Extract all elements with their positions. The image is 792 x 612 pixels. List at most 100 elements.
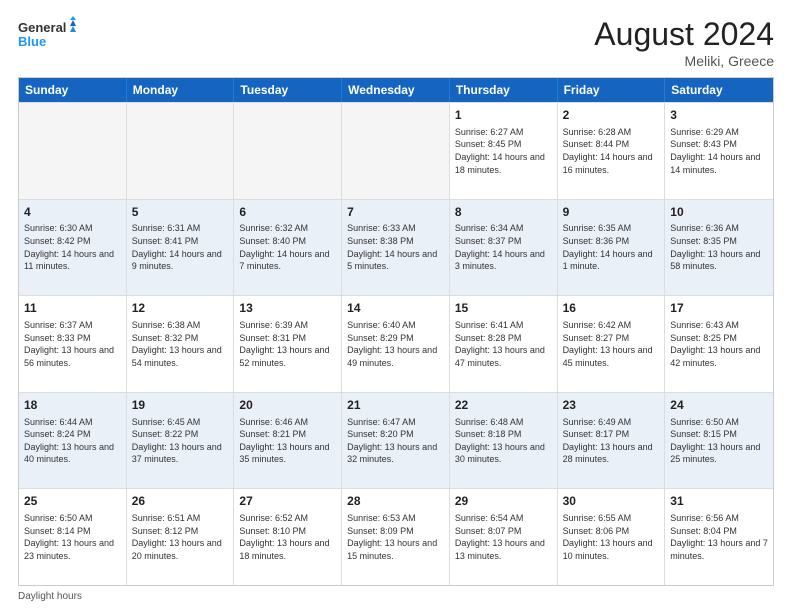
cell-sunrise: Sunrise: 6:34 AM <box>455 223 524 233</box>
cell-sunset: Sunset: 8:21 PM <box>239 429 306 439</box>
cell-sunset: Sunset: 8:09 PM <box>347 526 414 536</box>
calendar-cell: 18 Sunrise: 6:44 AM Sunset: 8:24 PM Dayl… <box>19 393 127 489</box>
cell-day-number: 26 <box>132 493 229 510</box>
cell-daylight: Daylight: 14 hours and 3 minutes. <box>455 249 545 272</box>
cell-sunrise: Sunrise: 6:45 AM <box>132 417 201 427</box>
cell-sunset: Sunset: 8:22 PM <box>132 429 199 439</box>
cell-daylight: Daylight: 13 hours and 52 minutes. <box>239 345 329 368</box>
cell-daylight: Daylight: 13 hours and 35 minutes. <box>239 442 329 465</box>
cell-sunrise: Sunrise: 6:36 AM <box>670 223 739 233</box>
logo-svg: General Blue <box>18 16 78 54</box>
cell-day-number: 1 <box>455 107 552 124</box>
calendar-cell: 6 Sunrise: 6:32 AM Sunset: 8:40 PM Dayli… <box>234 200 342 296</box>
calendar-cell-empty <box>342 103 450 199</box>
cell-sunset: Sunset: 8:17 PM <box>563 429 630 439</box>
calendar-week: 25 Sunrise: 6:50 AM Sunset: 8:14 PM Dayl… <box>19 488 773 585</box>
cell-sunset: Sunset: 8:40 PM <box>239 236 306 246</box>
calendar-cell: 24 Sunrise: 6:50 AM Sunset: 8:15 PM Dayl… <box>665 393 773 489</box>
calendar: SundayMondayTuesdayWednesdayThursdayFrid… <box>18 77 774 586</box>
day-header: Saturday <box>665 78 773 102</box>
cell-daylight: Daylight: 14 hours and 5 minutes. <box>347 249 437 272</box>
logo: General Blue <box>18 16 78 54</box>
cell-daylight: Daylight: 13 hours and 15 minutes. <box>347 538 437 561</box>
cell-day-number: 17 <box>670 300 768 317</box>
cell-day-number: 14 <box>347 300 444 317</box>
cell-day-number: 6 <box>239 204 336 221</box>
calendar-cell-empty <box>234 103 342 199</box>
cell-day-number: 10 <box>670 204 768 221</box>
calendar-cell: 27 Sunrise: 6:52 AM Sunset: 8:10 PM Dayl… <box>234 489 342 585</box>
cell-sunrise: Sunrise: 6:39 AM <box>239 320 308 330</box>
cell-sunrise: Sunrise: 6:49 AM <box>563 417 632 427</box>
cell-daylight: Daylight: 13 hours and 58 minutes. <box>670 249 760 272</box>
cell-day-number: 28 <box>347 493 444 510</box>
cell-sunrise: Sunrise: 6:53 AM <box>347 513 416 523</box>
day-header: Monday <box>127 78 235 102</box>
calendar-cell: 13 Sunrise: 6:39 AM Sunset: 8:31 PM Dayl… <box>234 296 342 392</box>
cell-daylight: Daylight: 13 hours and 54 minutes. <box>132 345 222 368</box>
calendar-cell: 26 Sunrise: 6:51 AM Sunset: 8:12 PM Dayl… <box>127 489 235 585</box>
calendar-week: 18 Sunrise: 6:44 AM Sunset: 8:24 PM Dayl… <box>19 392 773 489</box>
cell-sunset: Sunset: 8:35 PM <box>670 236 737 246</box>
cell-daylight: Daylight: 13 hours and 42 minutes. <box>670 345 760 368</box>
calendar-cell: 9 Sunrise: 6:35 AM Sunset: 8:36 PM Dayli… <box>558 200 666 296</box>
cell-daylight: Daylight: 13 hours and 28 minutes. <box>563 442 653 465</box>
calendar-cell: 31 Sunrise: 6:56 AM Sunset: 8:04 PM Dayl… <box>665 489 773 585</box>
cell-sunrise: Sunrise: 6:47 AM <box>347 417 416 427</box>
calendar-cell: 28 Sunrise: 6:53 AM Sunset: 8:09 PM Dayl… <box>342 489 450 585</box>
cell-sunrise: Sunrise: 6:30 AM <box>24 223 93 233</box>
calendar-cell: 19 Sunrise: 6:45 AM Sunset: 8:22 PM Dayl… <box>127 393 235 489</box>
cell-daylight: Daylight: 13 hours and 23 minutes. <box>24 538 114 561</box>
cell-sunset: Sunset: 8:14 PM <box>24 526 91 536</box>
cell-daylight: Daylight: 13 hours and 37 minutes. <box>132 442 222 465</box>
location: Meliki, Greece <box>594 53 774 69</box>
cell-day-number: 12 <box>132 300 229 317</box>
svg-text:General: General <box>18 20 66 35</box>
calendar-cell: 17 Sunrise: 6:43 AM Sunset: 8:25 PM Dayl… <box>665 296 773 392</box>
cell-daylight: Daylight: 13 hours and 25 minutes. <box>670 442 760 465</box>
cell-day-number: 15 <box>455 300 552 317</box>
calendar-week: 1 Sunrise: 6:27 AM Sunset: 8:45 PM Dayli… <box>19 102 773 199</box>
cell-daylight: Daylight: 13 hours and 10 minutes. <box>563 538 653 561</box>
cell-sunrise: Sunrise: 6:44 AM <box>24 417 93 427</box>
cell-sunset: Sunset: 8:20 PM <box>347 429 414 439</box>
cell-daylight: Daylight: 13 hours and 45 minutes. <box>563 345 653 368</box>
cell-day-number: 5 <box>132 204 229 221</box>
cell-day-number: 11 <box>24 300 121 317</box>
calendar-cell: 4 Sunrise: 6:30 AM Sunset: 8:42 PM Dayli… <box>19 200 127 296</box>
cell-sunrise: Sunrise: 6:33 AM <box>347 223 416 233</box>
calendar-cell: 25 Sunrise: 6:50 AM Sunset: 8:14 PM Dayl… <box>19 489 127 585</box>
calendar-week: 11 Sunrise: 6:37 AM Sunset: 8:33 PM Dayl… <box>19 295 773 392</box>
cell-sunrise: Sunrise: 6:55 AM <box>563 513 632 523</box>
cell-sunrise: Sunrise: 6:31 AM <box>132 223 201 233</box>
cell-daylight: Daylight: 14 hours and 7 minutes. <box>239 249 329 272</box>
calendar-cell: 11 Sunrise: 6:37 AM Sunset: 8:33 PM Dayl… <box>19 296 127 392</box>
cell-sunrise: Sunrise: 6:37 AM <box>24 320 93 330</box>
cell-sunrise: Sunrise: 6:51 AM <box>132 513 201 523</box>
cell-day-number: 31 <box>670 493 768 510</box>
cell-daylight: Daylight: 13 hours and 56 minutes. <box>24 345 114 368</box>
calendar-cell: 12 Sunrise: 6:38 AM Sunset: 8:32 PM Dayl… <box>127 296 235 392</box>
calendar-cell: 15 Sunrise: 6:41 AM Sunset: 8:28 PM Dayl… <box>450 296 558 392</box>
footer-note: Daylight hours <box>18 591 774 602</box>
cell-daylight: Daylight: 13 hours and 49 minutes. <box>347 345 437 368</box>
cell-day-number: 19 <box>132 397 229 414</box>
calendar-cell: 22 Sunrise: 6:48 AM Sunset: 8:18 PM Dayl… <box>450 393 558 489</box>
calendar-cell: 7 Sunrise: 6:33 AM Sunset: 8:38 PM Dayli… <box>342 200 450 296</box>
cell-day-number: 4 <box>24 204 121 221</box>
cell-sunset: Sunset: 8:37 PM <box>455 236 522 246</box>
cell-sunrise: Sunrise: 6:48 AM <box>455 417 524 427</box>
day-header: Thursday <box>450 78 558 102</box>
cell-daylight: Daylight: 14 hours and 18 minutes. <box>455 152 545 175</box>
calendar-cell: 8 Sunrise: 6:34 AM Sunset: 8:37 PM Dayli… <box>450 200 558 296</box>
cell-sunset: Sunset: 8:24 PM <box>24 429 91 439</box>
calendar-cell-empty <box>127 103 235 199</box>
calendar-cell: 23 Sunrise: 6:49 AM Sunset: 8:17 PM Dayl… <box>558 393 666 489</box>
cell-daylight: Daylight: 13 hours and 32 minutes. <box>347 442 437 465</box>
day-header: Sunday <box>19 78 127 102</box>
cell-sunset: Sunset: 8:45 PM <box>455 139 522 149</box>
cell-day-number: 9 <box>563 204 660 221</box>
cell-day-number: 3 <box>670 107 768 124</box>
cell-daylight: Daylight: 13 hours and 13 minutes. <box>455 538 545 561</box>
svg-text:Blue: Blue <box>18 34 46 49</box>
